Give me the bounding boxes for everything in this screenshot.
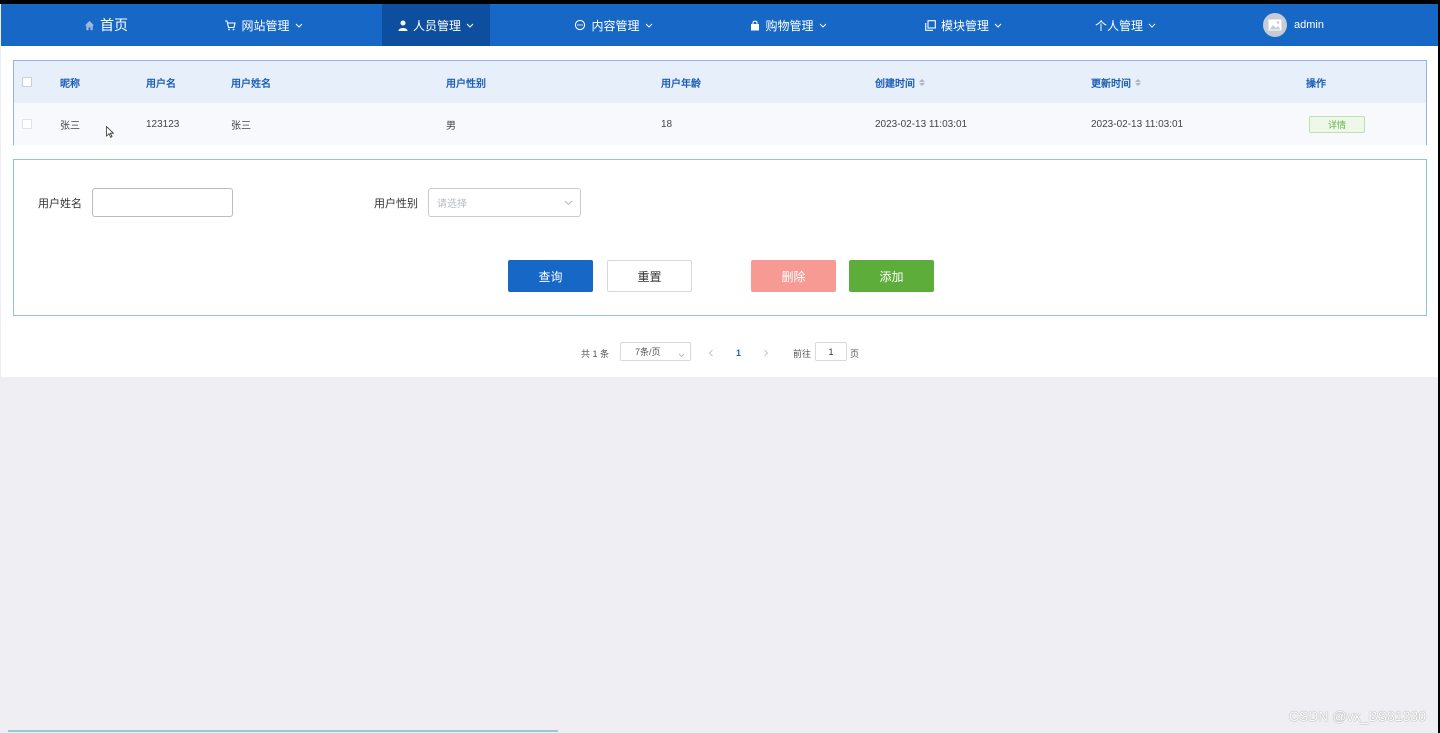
username-label: admin — [1294, 19, 1324, 31]
copy-icon — [925, 19, 936, 31]
chevron-down-icon — [466, 23, 474, 28]
chevron-right-icon — [764, 349, 769, 357]
user-table: 昵称 用户名 用户姓名 用户性别 用户年龄 创建时间 更新时间 操作 张三 12… — [13, 60, 1427, 145]
chevron-down-icon — [819, 23, 827, 28]
col-gender: 用户性别 — [446, 78, 486, 90]
name-input[interactable] — [92, 188, 233, 217]
chevron-down-icon — [1148, 23, 1156, 28]
detail-button[interactable]: 详情 — [1309, 115, 1365, 133]
sort-icon[interactable] — [919, 78, 925, 86]
page-size-value: 7条/页 — [635, 347, 661, 357]
nav-home-label: 首页 — [100, 17, 128, 33]
table-row: 张三 123123 张三 男 18 2023-02-13 11:03:01 20… — [14, 103, 1426, 145]
table-header: 昵称 用户名 用户姓名 用户性别 用户年龄 创建时间 更新时间 操作 — [14, 61, 1426, 103]
col-created-label: 创建时间 — [875, 78, 915, 90]
cell-age: 18 — [661, 118, 673, 130]
gender-select[interactable]: 请选择 — [428, 188, 581, 217]
cell-created: 2023-02-13 11:03:01 — [875, 118, 968, 130]
nav-personnel-label: 人员管理 — [412, 18, 461, 33]
col-created[interactable]: 创建时间 — [875, 61, 925, 103]
page-number-current[interactable]: 1 — [736, 343, 741, 363]
watermark: CSDN @vx_BS81330 — [1288, 708, 1426, 724]
chevron-down-icon — [645, 23, 653, 28]
cell-updated: 2023-02-13 11:03:01 — [1091, 118, 1184, 130]
cell-gender: 男 — [446, 120, 456, 132]
nav-website-label: 网站管理 — [241, 18, 290, 33]
avatar — [1263, 13, 1287, 37]
col-username: 用户名 — [146, 78, 176, 90]
col-updated[interactable]: 更新时间 — [1091, 61, 1141, 103]
gender-placeholder: 请选择 — [437, 199, 467, 210]
query-button[interactable]: 查询 — [508, 260, 593, 292]
prev-page-button[interactable] — [708, 343, 714, 363]
col-updated-label: 更新时间 — [1091, 78, 1131, 90]
page-size-select[interactable]: 7条/页 — [620, 342, 691, 361]
mouse-cursor-icon — [106, 126, 114, 138]
cell-nickname: 张三 — [60, 120, 80, 132]
delete-button[interactable]: 删除 — [751, 260, 836, 292]
pagination-total: 共 1 条 — [581, 348, 610, 359]
nav-personal-management[interactable]: 个人管理 — [1073, 4, 1178, 46]
add-button[interactable]: 添加 — [849, 260, 934, 292]
nav-website-management[interactable]: 网站管理 — [206, 4, 321, 46]
cart-icon — [224, 19, 237, 31]
col-age: 用户年龄 — [661, 78, 701, 90]
user-icon — [398, 20, 408, 31]
nav-shopping-management[interactable]: 购物管理 — [731, 4, 846, 46]
nav-content-label: 内容管理 — [591, 18, 640, 33]
cell-realname: 张三 — [231, 120, 251, 132]
top-nav: 首页 网站管理 人员管理 内容管理 购物管理 模块管理 个人管理 admin — [1, 4, 1438, 46]
main-content: 昵称 用户名 用户姓名 用户性别 用户年龄 创建时间 更新时间 操作 张三 12… — [1, 46, 1438, 377]
sort-icon[interactable] — [1135, 78, 1141, 86]
col-realname: 用户姓名 — [231, 78, 271, 90]
user-menu[interactable]: admin — [1263, 4, 1363, 46]
cell-actions: 详情 — [1309, 103, 1365, 145]
chevron-down-icon — [295, 23, 303, 28]
row-checkbox[interactable] — [22, 103, 32, 145]
nav-personnel-management[interactable]: 人员管理 — [382, 4, 490, 46]
chevron-left-icon — [708, 349, 713, 357]
chevron-down-icon — [564, 198, 573, 209]
scroll-progress-line — [8, 730, 558, 732]
search-panel: 用户姓名 用户性别 请选择 查询 重置 删除 添加 — [13, 159, 1427, 316]
home-icon — [84, 20, 95, 31]
page-unit: 页 — [850, 348, 860, 359]
gender-label: 用户性别 — [374, 198, 418, 210]
col-nickname: 昵称 — [60, 78, 80, 90]
nav-shopping-label: 购物管理 — [765, 18, 814, 33]
shopping-bag-icon — [750, 20, 760, 31]
next-page-button[interactable] — [763, 343, 769, 363]
nav-home[interactable]: 首页 — [61, 4, 151, 46]
nav-personal-label: 个人管理 — [1094, 18, 1143, 33]
reset-button[interactable]: 重置 — [607, 260, 692, 292]
chevron-down-icon — [678, 350, 685, 360]
name-label: 用户姓名 — [38, 198, 82, 210]
cell-username: 123123 — [146, 118, 180, 130]
goto-page-input[interactable]: 1 — [815, 342, 847, 361]
chat-icon — [574, 19, 586, 31]
chevron-down-icon — [994, 23, 1002, 28]
goto-label: 前往 — [793, 348, 812, 359]
select-all-checkbox[interactable] — [22, 61, 32, 103]
nav-module-label: 模块管理 — [940, 18, 989, 33]
nav-content-management[interactable]: 内容管理 — [556, 4, 671, 46]
nav-module-management[interactable]: 模块管理 — [906, 4, 1021, 46]
col-actions: 操作 — [1306, 78, 1326, 90]
image-icon — [1268, 19, 1282, 31]
